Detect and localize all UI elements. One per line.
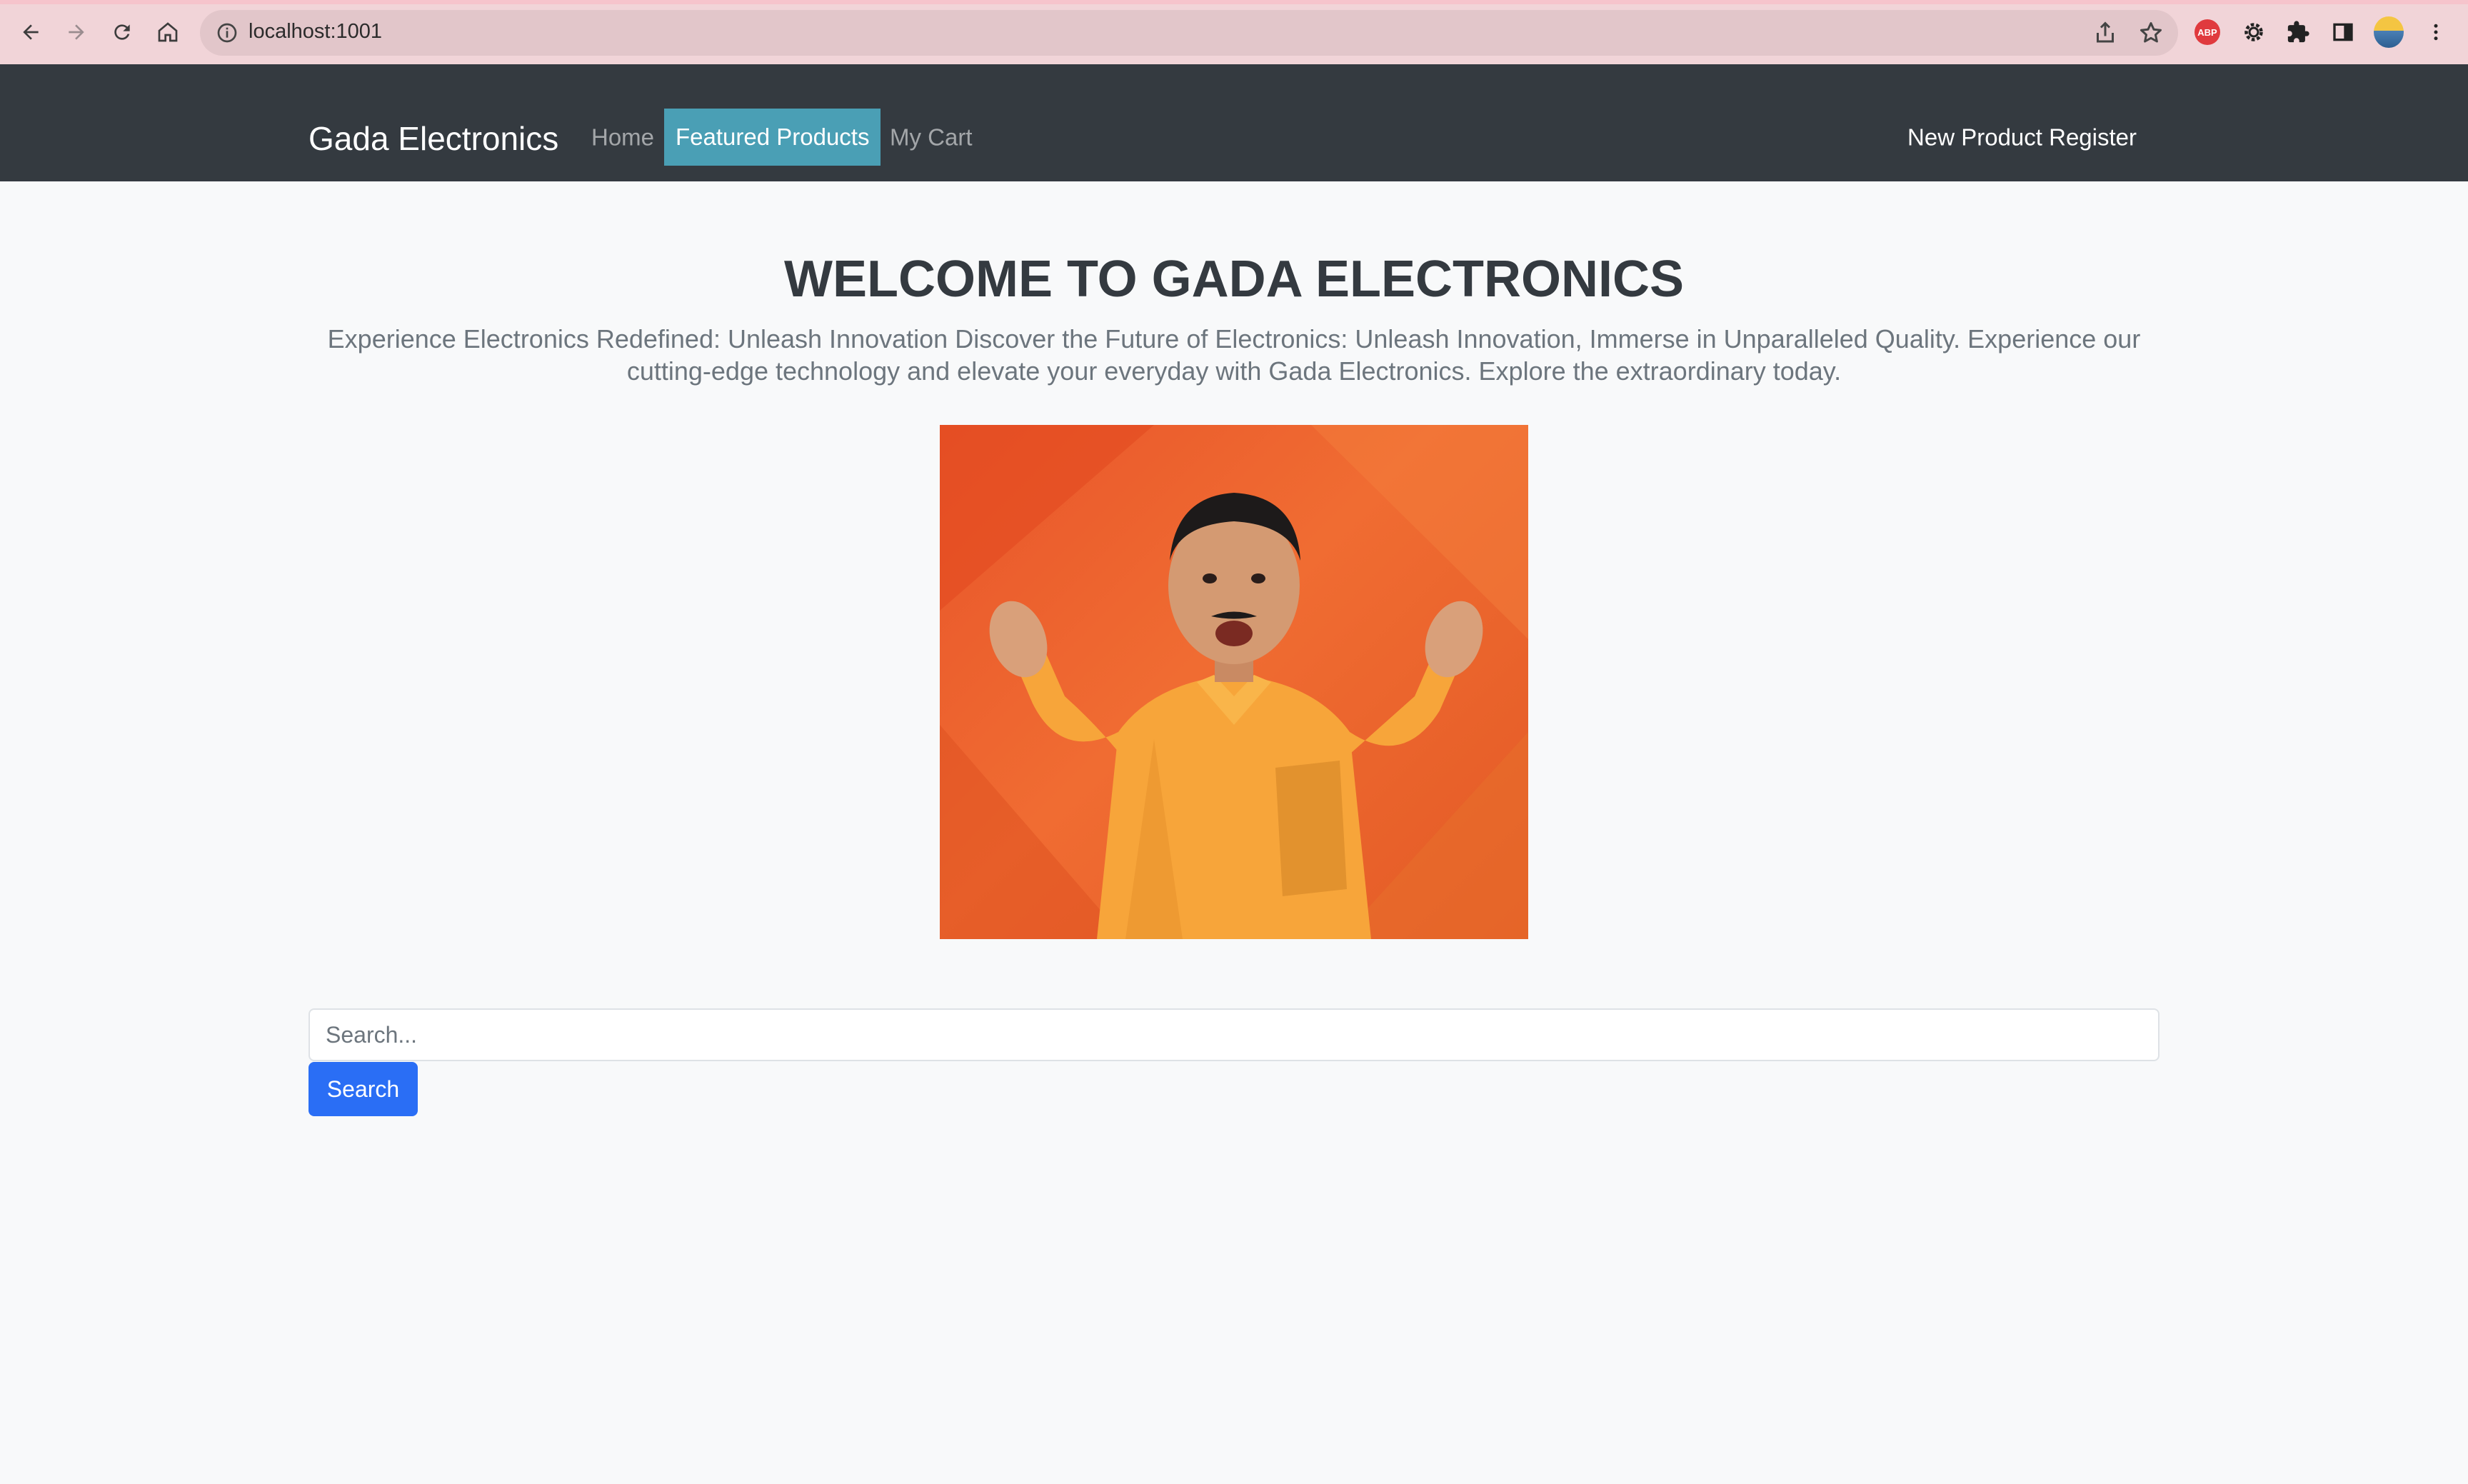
nav-home-link[interactable]: Home — [591, 126, 654, 149]
tab-strip — [0, 0, 2468, 4]
forward-arrow-icon[interactable] — [60, 16, 93, 49]
page-subtitle: Experience Electronics Redefined: Unleas… — [327, 324, 2141, 386]
puzzle-icon[interactable] — [2283, 17, 2313, 47]
info-icon[interactable] — [216, 21, 239, 44]
new-product-register-link[interactable]: New Product Register — [1907, 126, 2137, 149]
search-button[interactable]: Search — [308, 1062, 418, 1116]
profile-avatar[interactable] — [2374, 16, 2404, 48]
sidebar-icon[interactable] — [2328, 17, 2358, 47]
star-icon[interactable] — [2138, 20, 2164, 46]
nav-featured-products-link[interactable]: Featured Products — [664, 109, 881, 166]
home-icon[interactable] — [151, 16, 184, 49]
site-navbar: Gada Electronics Home Featured Products … — [0, 64, 2468, 181]
adblock-icon[interactable]: ABP — [2192, 17, 2222, 47]
address-bar[interactable]: localhost:1001 — [200, 10, 2178, 56]
adblock-label: ABP — [2194, 19, 2220, 45]
extension-gear-icon[interactable] — [2239, 17, 2269, 47]
browser-toolbar: localhost:1001 ABP — [0, 0, 2468, 64]
back-arrow-icon[interactable] — [14, 16, 47, 49]
search-input[interactable] — [308, 1008, 2160, 1061]
url-text[interactable]: localhost:1001 — [249, 20, 382, 44]
kebab-menu-icon[interactable] — [2421, 17, 2451, 47]
hero-image — [940, 425, 1528, 939]
share-icon[interactable] — [2092, 20, 2118, 46]
reload-icon[interactable] — [106, 16, 139, 49]
nav-my-cart-link[interactable]: My Cart — [890, 126, 973, 149]
page-title: WELCOME TO GADA ELECTRONICS — [784, 251, 1684, 308]
brand-link[interactable]: Gada Electronics — [308, 122, 558, 155]
